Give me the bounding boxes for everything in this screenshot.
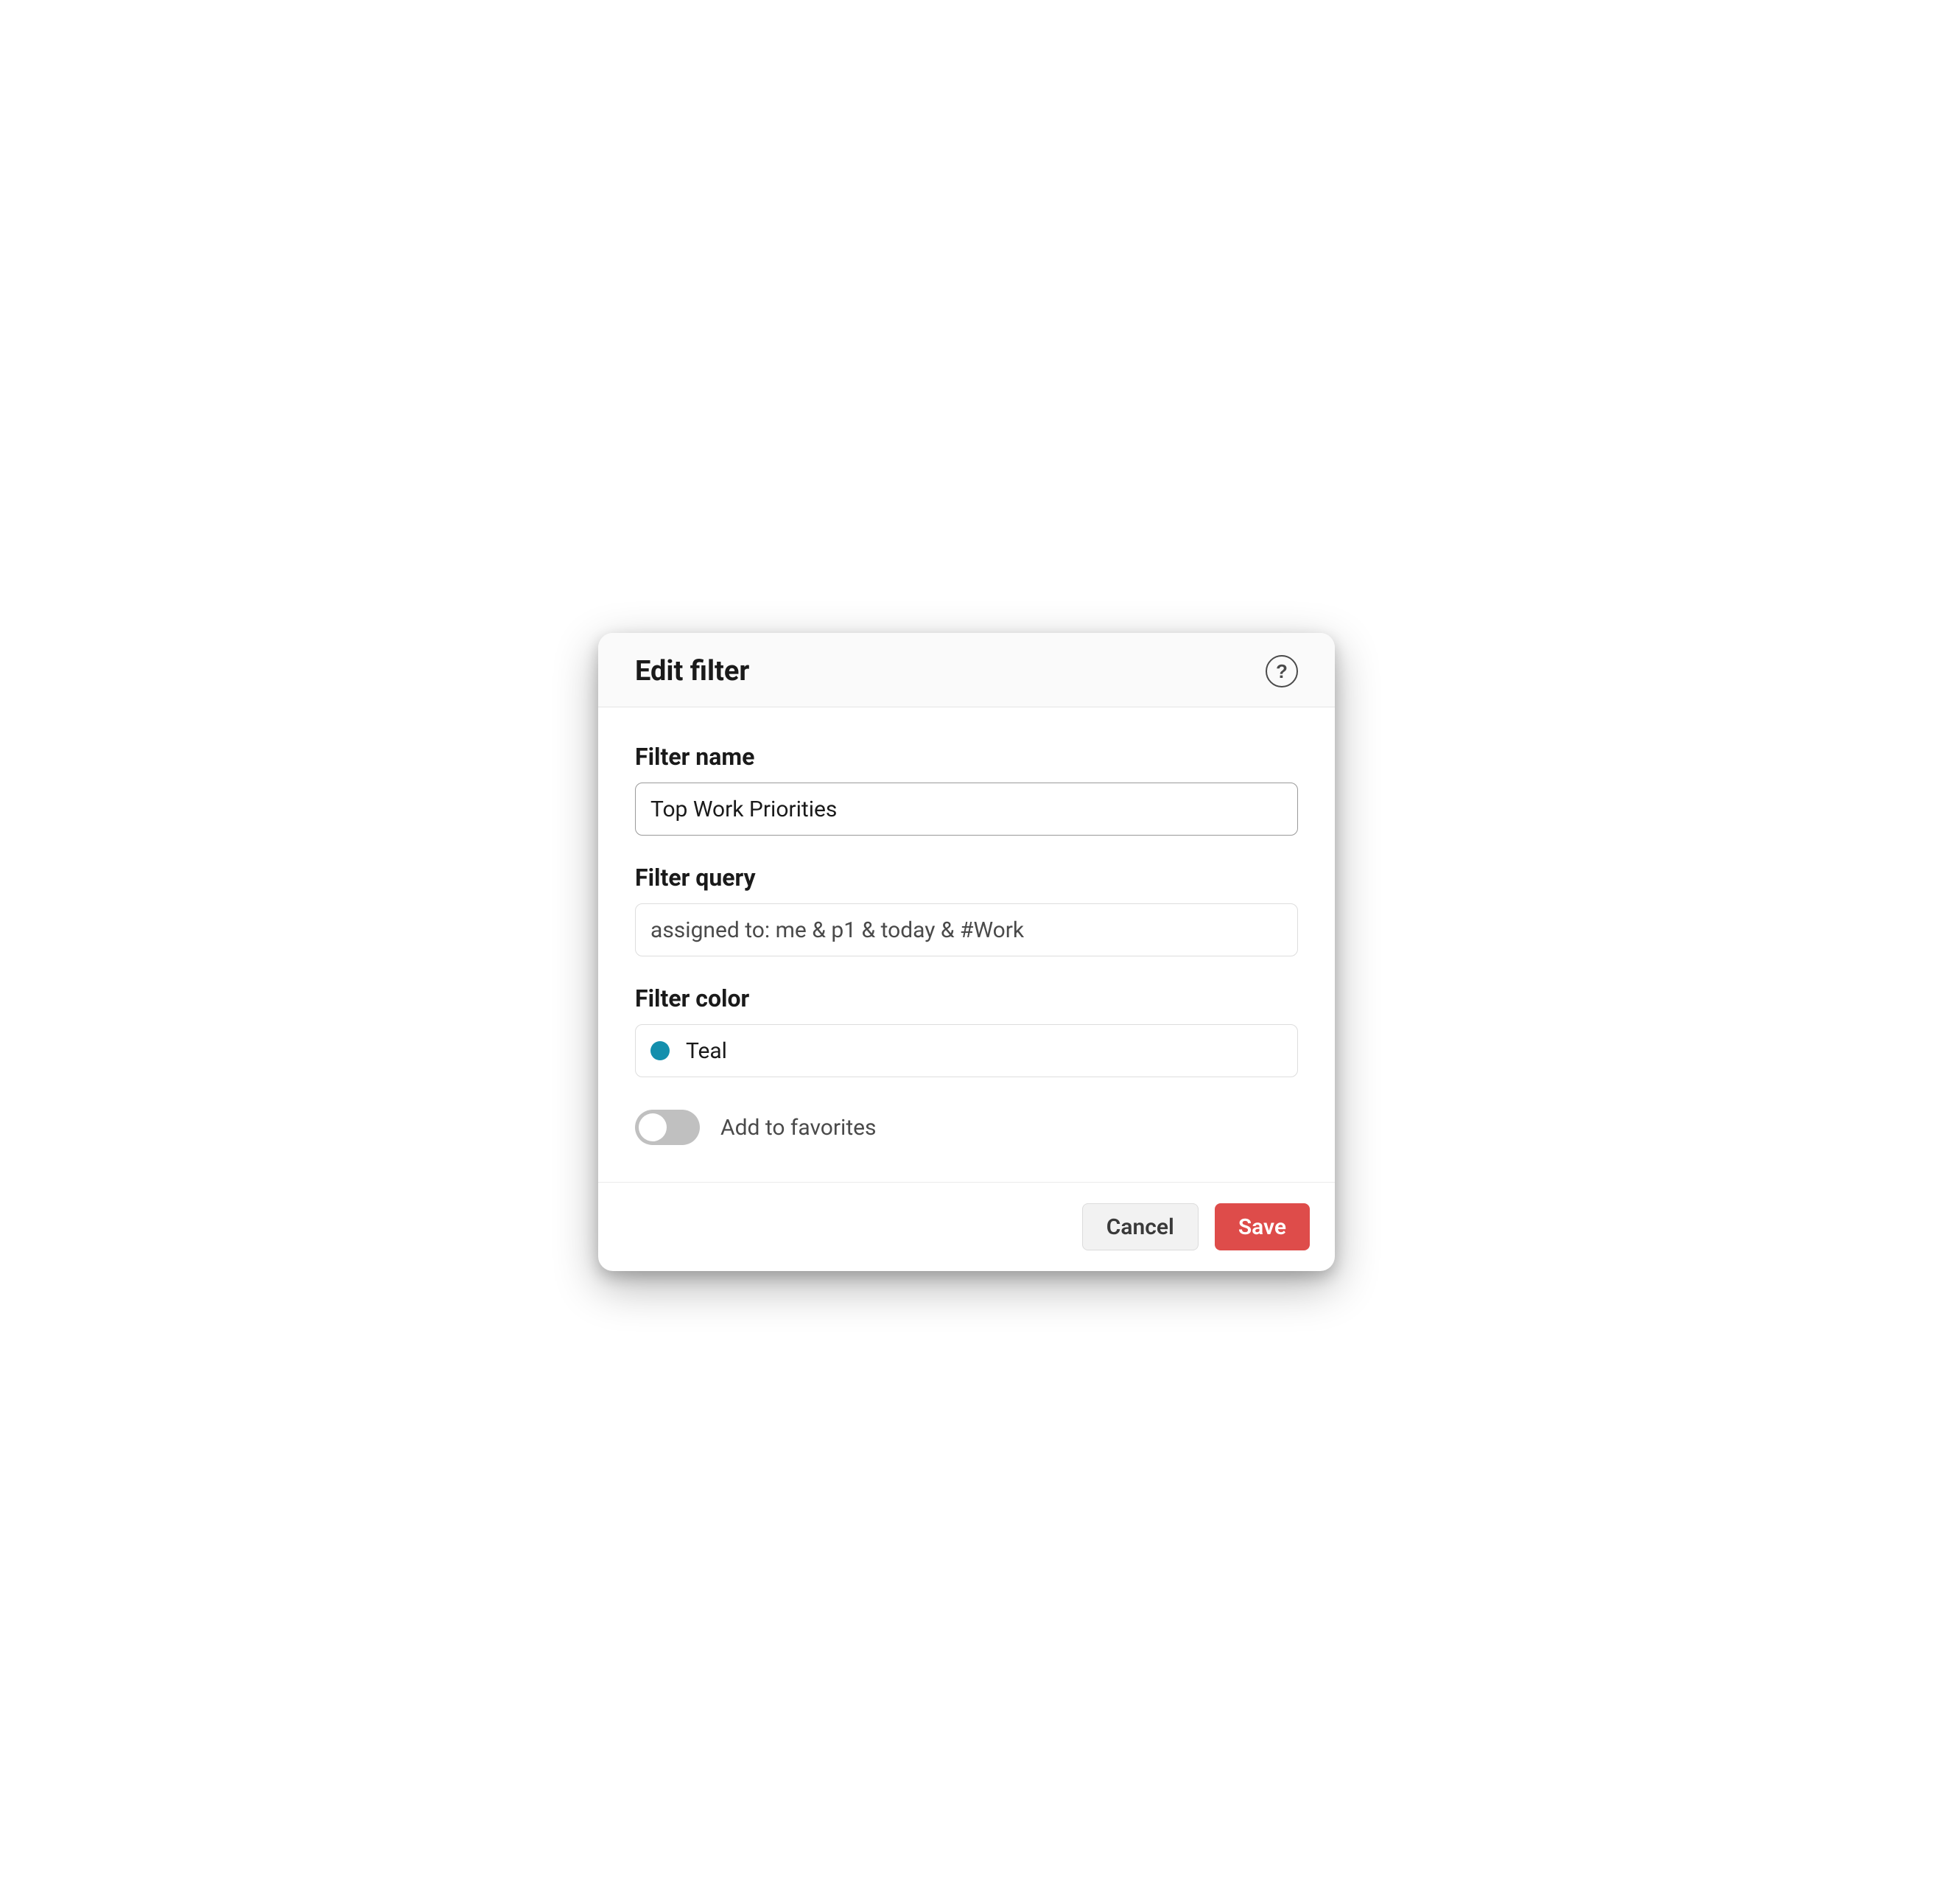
filter-color-label: Filter color (635, 984, 1298, 1012)
filter-name-label: Filter name (635, 743, 1298, 771)
favorites-toggle-row: Add to favorites (635, 1110, 1298, 1145)
filter-color-name: Teal (686, 1038, 727, 1064)
cancel-button[interactable]: Cancel (1082, 1203, 1199, 1250)
dialog-body: Filter name Filter query Filter color Te… (598, 707, 1335, 1182)
favorites-toggle-label: Add to favorites (720, 1115, 877, 1141)
filter-color-select[interactable]: Teal (635, 1024, 1298, 1077)
dialog-title: Edit filter (635, 655, 749, 687)
filter-query-input[interactable] (635, 903, 1298, 956)
filter-name-input[interactable] (635, 783, 1298, 836)
filter-query-label: Filter query (635, 864, 1298, 892)
save-button[interactable]: Save (1215, 1203, 1310, 1250)
filter-color-field-group: Filter color Teal (635, 984, 1298, 1077)
edit-filter-dialog: Edit filter ? Filter name Filter query F… (598, 633, 1335, 1271)
question-mark-icon: ? (1276, 660, 1288, 683)
favorites-toggle[interactable] (635, 1110, 700, 1145)
dialog-header: Edit filter ? (598, 633, 1335, 707)
color-swatch-icon (650, 1041, 670, 1060)
filter-query-field-group: Filter query (635, 864, 1298, 956)
dialog-footer: Cancel Save (598, 1182, 1335, 1271)
filter-name-field-group: Filter name (635, 743, 1298, 836)
toggle-knob-icon (639, 1113, 667, 1141)
help-button[interactable]: ? (1266, 655, 1298, 687)
